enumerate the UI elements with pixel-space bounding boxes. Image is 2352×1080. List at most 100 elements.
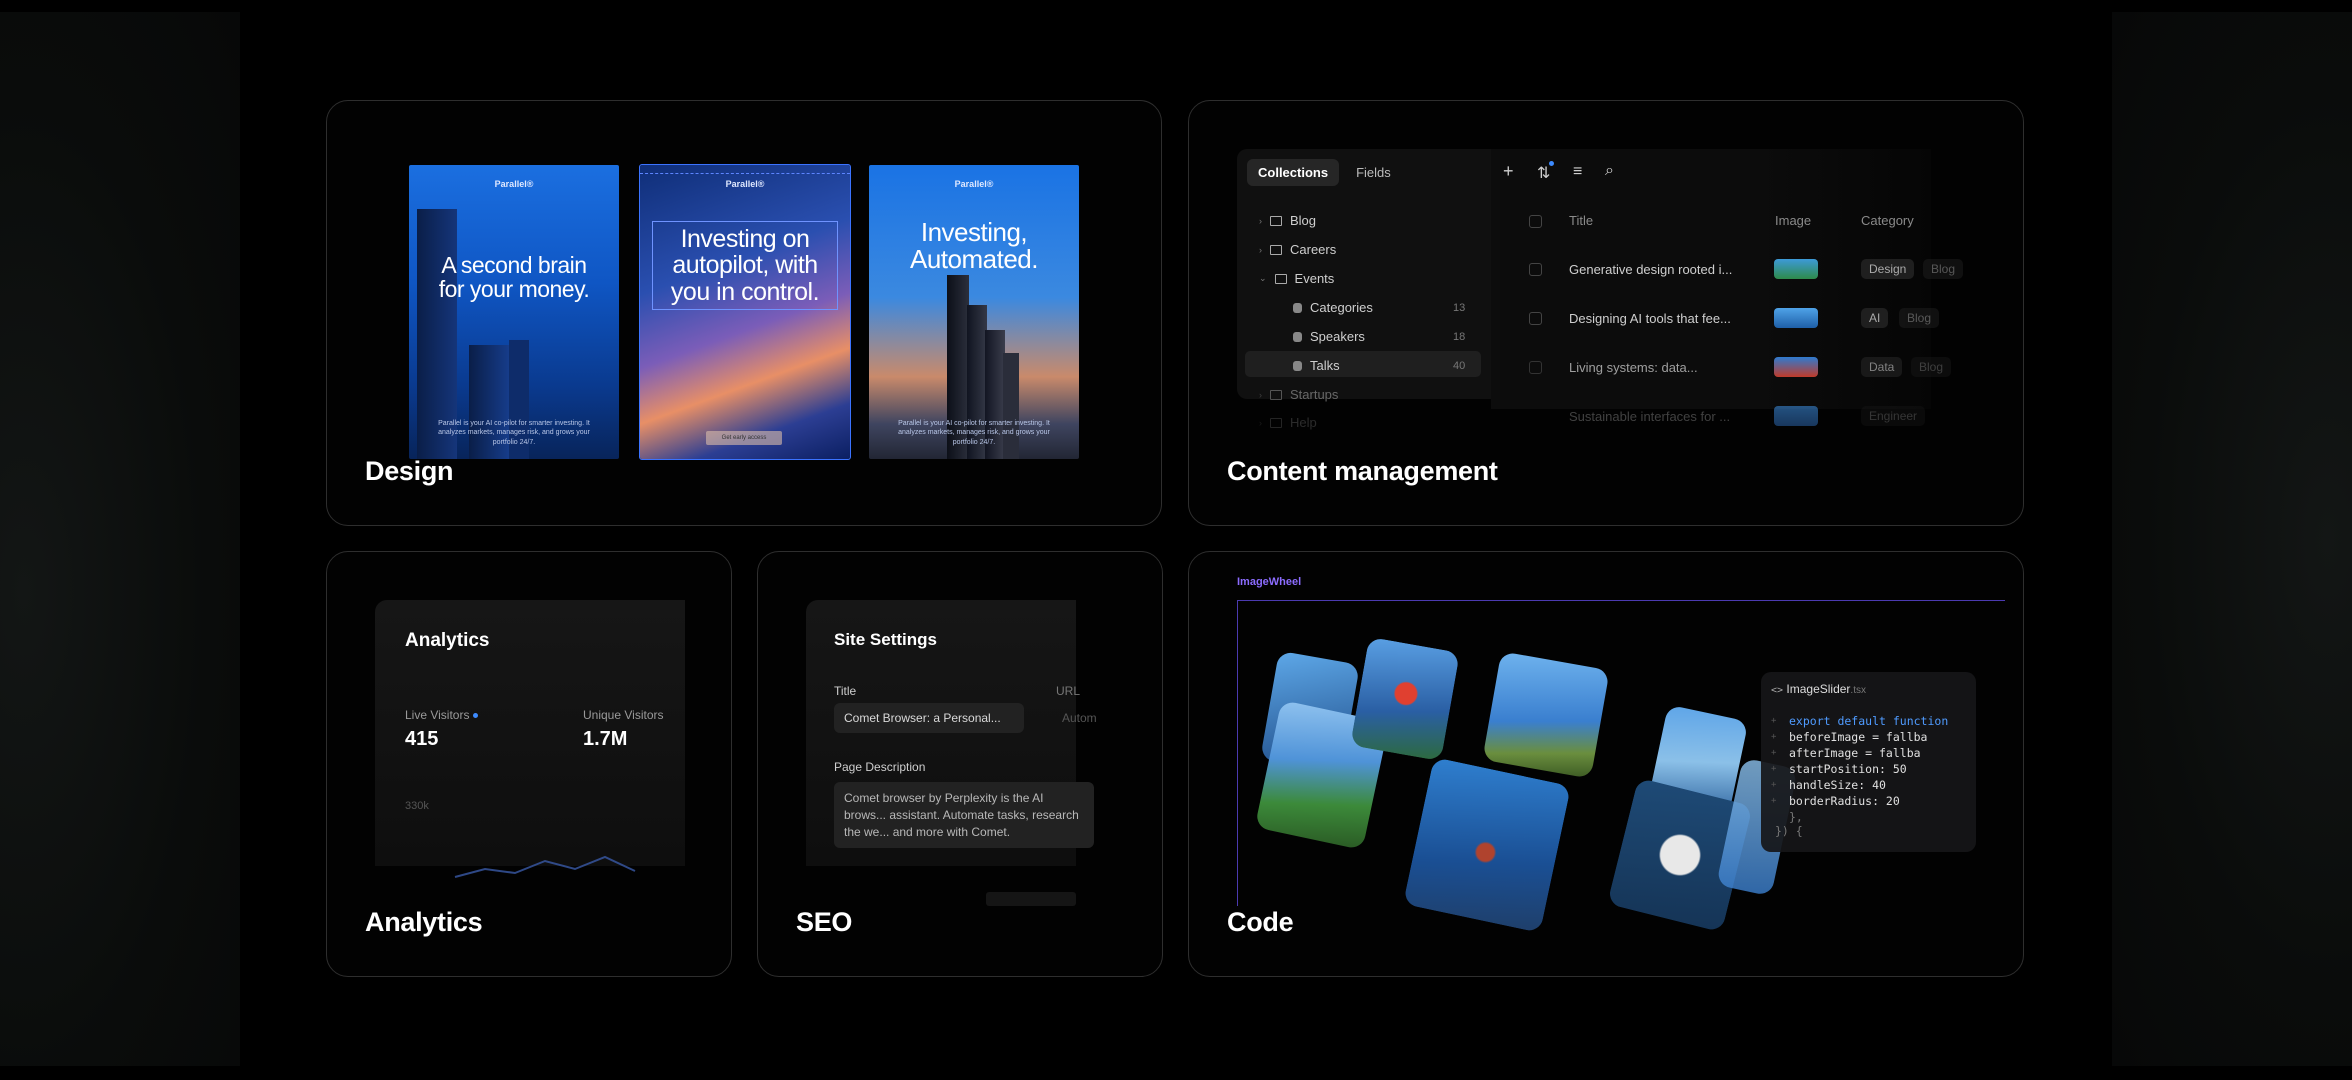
poster-brand: Parallel® — [494, 179, 534, 189]
row-title[interactable]: Designing AI tools that fee... — [1569, 311, 1731, 326]
card-title: SEO — [796, 907, 853, 937]
code-line: export default function — [1789, 714, 1949, 728]
collections-panel: Collections Fields › Blog › Careers ⌄ Event… — [1237, 149, 1491, 430]
database-icon — [1293, 360, 1302, 371]
column-image: Image — [1775, 213, 1812, 228]
analytics-panel: Analytics Live Visitors 415 Unique Visit… — [375, 600, 685, 878]
database-icon — [1293, 331, 1302, 342]
image-tile[interactable] — [1482, 651, 1610, 779]
code-brackets-icon: <> — [1771, 685, 1784, 696]
url-label: URL — [1056, 684, 1081, 698]
poster-1: Parallel® A second brain for your money.… — [409, 165, 619, 459]
code-line: borderRadius: 20 — [1789, 794, 1900, 808]
code-line: beforeImage = fallba — [1789, 730, 1928, 744]
category-tag: AI — [1861, 308, 1889, 328]
poster-brand: Parallel® — [954, 179, 994, 189]
row-title[interactable]: Generative design rooted i... — [1569, 262, 1732, 277]
code-line: afterImage = fallba — [1789, 746, 1921, 760]
folder-icon — [1270, 417, 1282, 428]
row-thumbnail — [1774, 308, 1818, 328]
card-title: Code — [1227, 907, 1294, 937]
poster-headline: Investing on autopilot, with you in cont… — [652, 221, 838, 310]
live-dot-icon — [473, 713, 479, 719]
title-label: Title — [834, 684, 857, 698]
panel-title: Site Settings — [834, 630, 937, 649]
code-card[interactable]: ImageWheel <> ImageSlider.tsx + export de… — [1188, 551, 2024, 977]
tab-collections[interactable]: Collections — [1247, 159, 1340, 186]
category-tag: Engineer — [1861, 406, 1926, 426]
category-tag: Design — [1861, 259, 1915, 279]
right-backdrop — [2112, 12, 2352, 1066]
row-checkbox[interactable] — [1529, 361, 1542, 374]
tree-item-help[interactable]: › Help — [1259, 415, 1317, 430]
column-category: Category — [1861, 213, 1914, 228]
save-button[interactable] — [986, 892, 1076, 906]
feature-grid: Parallel® A second brain for your money.… — [240, 0, 2112, 1080]
code-line: }, — [1789, 810, 1803, 824]
unique-visitors-value: 1.7M — [583, 728, 628, 750]
search-icon[interactable]: ⌕ — [1605, 162, 1614, 180]
row-thumbnail — [1774, 357, 1818, 377]
filter-icon[interactable]: ≡ — [1573, 163, 1582, 181]
row-checkbox[interactable] — [1529, 263, 1542, 276]
poster-blurb: Parallel is your AI co-pilot for smarter… — [438, 419, 590, 446]
folder-icon — [1270, 244, 1282, 255]
tree-item-startups[interactable]: › Startups — [1259, 387, 1338, 402]
image-tile[interactable] — [1402, 757, 1572, 933]
file-tab[interactable]: <> ImageSlider.tsx — [1771, 682, 1866, 696]
page-description-label: Page Description — [834, 760, 926, 774]
get-access-button[interactable]: Get early access — [706, 431, 782, 445]
tree-item-blog[interactable]: › Blog — [1259, 213, 1316, 228]
code-line: handleSize: 40 — [1789, 778, 1886, 792]
row-title[interactable]: Sustainable interfaces for ... — [1569, 409, 1730, 424]
card-title: Design — [365, 456, 454, 486]
content-management-card[interactable]: Collections Fields › Blog › Careers ⌄ Event… — [1188, 100, 2024, 526]
sort-icon[interactable]: ⇅ — [1537, 161, 1555, 183]
component-label: ImageWheel — [1237, 576, 1302, 588]
collection-table: + ⇅ ≡ ⌕ Title Image Category Generative … — [1491, 149, 1964, 426]
row-checkbox[interactable] — [1529, 312, 1542, 325]
tree-item-categories[interactable]: Categories 13 — [1293, 300, 1465, 315]
card-title: Analytics — [365, 907, 483, 937]
page-description-input[interactable]: Comet browser by Perplexity is the AI br… — [834, 782, 1094, 848]
column-title: Title — [1569, 213, 1594, 228]
analytics-card[interactable]: Analytics Live Visitors 415 Unique Visit… — [326, 551, 732, 977]
folder-icon — [1274, 273, 1287, 284]
category-tag: Blog — [1899, 308, 1940, 328]
cms-preview: Collections Fields › Blog › Careers ⌄ Event… — [1237, 149, 2023, 439]
row-thumbnail — [1774, 259, 1818, 279]
category-tag: Blog — [1923, 259, 1964, 279]
live-visitors-value: 415 — [405, 728, 439, 750]
database-icon — [1293, 302, 1302, 313]
tree-item-events[interactable]: ⌄ Events — [1259, 271, 1334, 286]
poster-blurb: Parallel is your AI co-pilot for smarter… — [898, 419, 1050, 446]
image-tile[interactable] — [1350, 636, 1460, 762]
url-input[interactable]: Autom — [1062, 711, 1097, 725]
poster-brand: Parallel® — [725, 179, 765, 189]
left-backdrop — [0, 12, 240, 1066]
visitors-sparkline — [454, 855, 636, 878]
poster-2: Parallel® Investing on autopilot, with y… — [639, 164, 851, 460]
row-title[interactable]: Living systems: data... — [1569, 360, 1698, 375]
tab-fields[interactable]: Fields — [1345, 159, 1402, 186]
category-tag: Blog — [1911, 357, 1952, 377]
seo-card[interactable]: Site Settings Title URL Comet Browser: a… — [757, 551, 1163, 977]
site-settings-panel: Site Settings Title URL Comet Browser: a… — [806, 600, 1097, 866]
design-card[interactable]: Parallel® A second brain for your money.… — [326, 100, 1162, 526]
row-thumbnail — [1774, 406, 1818, 426]
title-input[interactable]: Comet Browser: a Personal... — [834, 703, 1024, 733]
select-all-checkbox[interactable] — [1529, 215, 1542, 228]
poster-3: Parallel® Investing, Automated. Parallel… — [869, 165, 1079, 459]
tree-item-speakers[interactable]: Speakers 18 — [1293, 329, 1465, 344]
axis-tick-label: 330k — [405, 800, 429, 812]
folder-icon — [1270, 389, 1282, 400]
folder-icon — [1270, 215, 1282, 226]
tree-item-talks[interactable]: Talks 40 — [1293, 358, 1465, 373]
code-line: startPosition: 50 — [1789, 762, 1907, 776]
tree-item-careers[interactable]: › Careers — [1259, 242, 1336, 257]
code-editor-panel: <> ImageSlider.tsx + export default funct… — [1761, 672, 1976, 852]
add-icon[interactable]: + — [1503, 161, 1514, 182]
live-visitors-label: Live Visitors — [405, 708, 479, 722]
category-tag: Data — [1861, 357, 1903, 377]
poster-headline: Investing, Automated. — [910, 217, 1038, 275]
